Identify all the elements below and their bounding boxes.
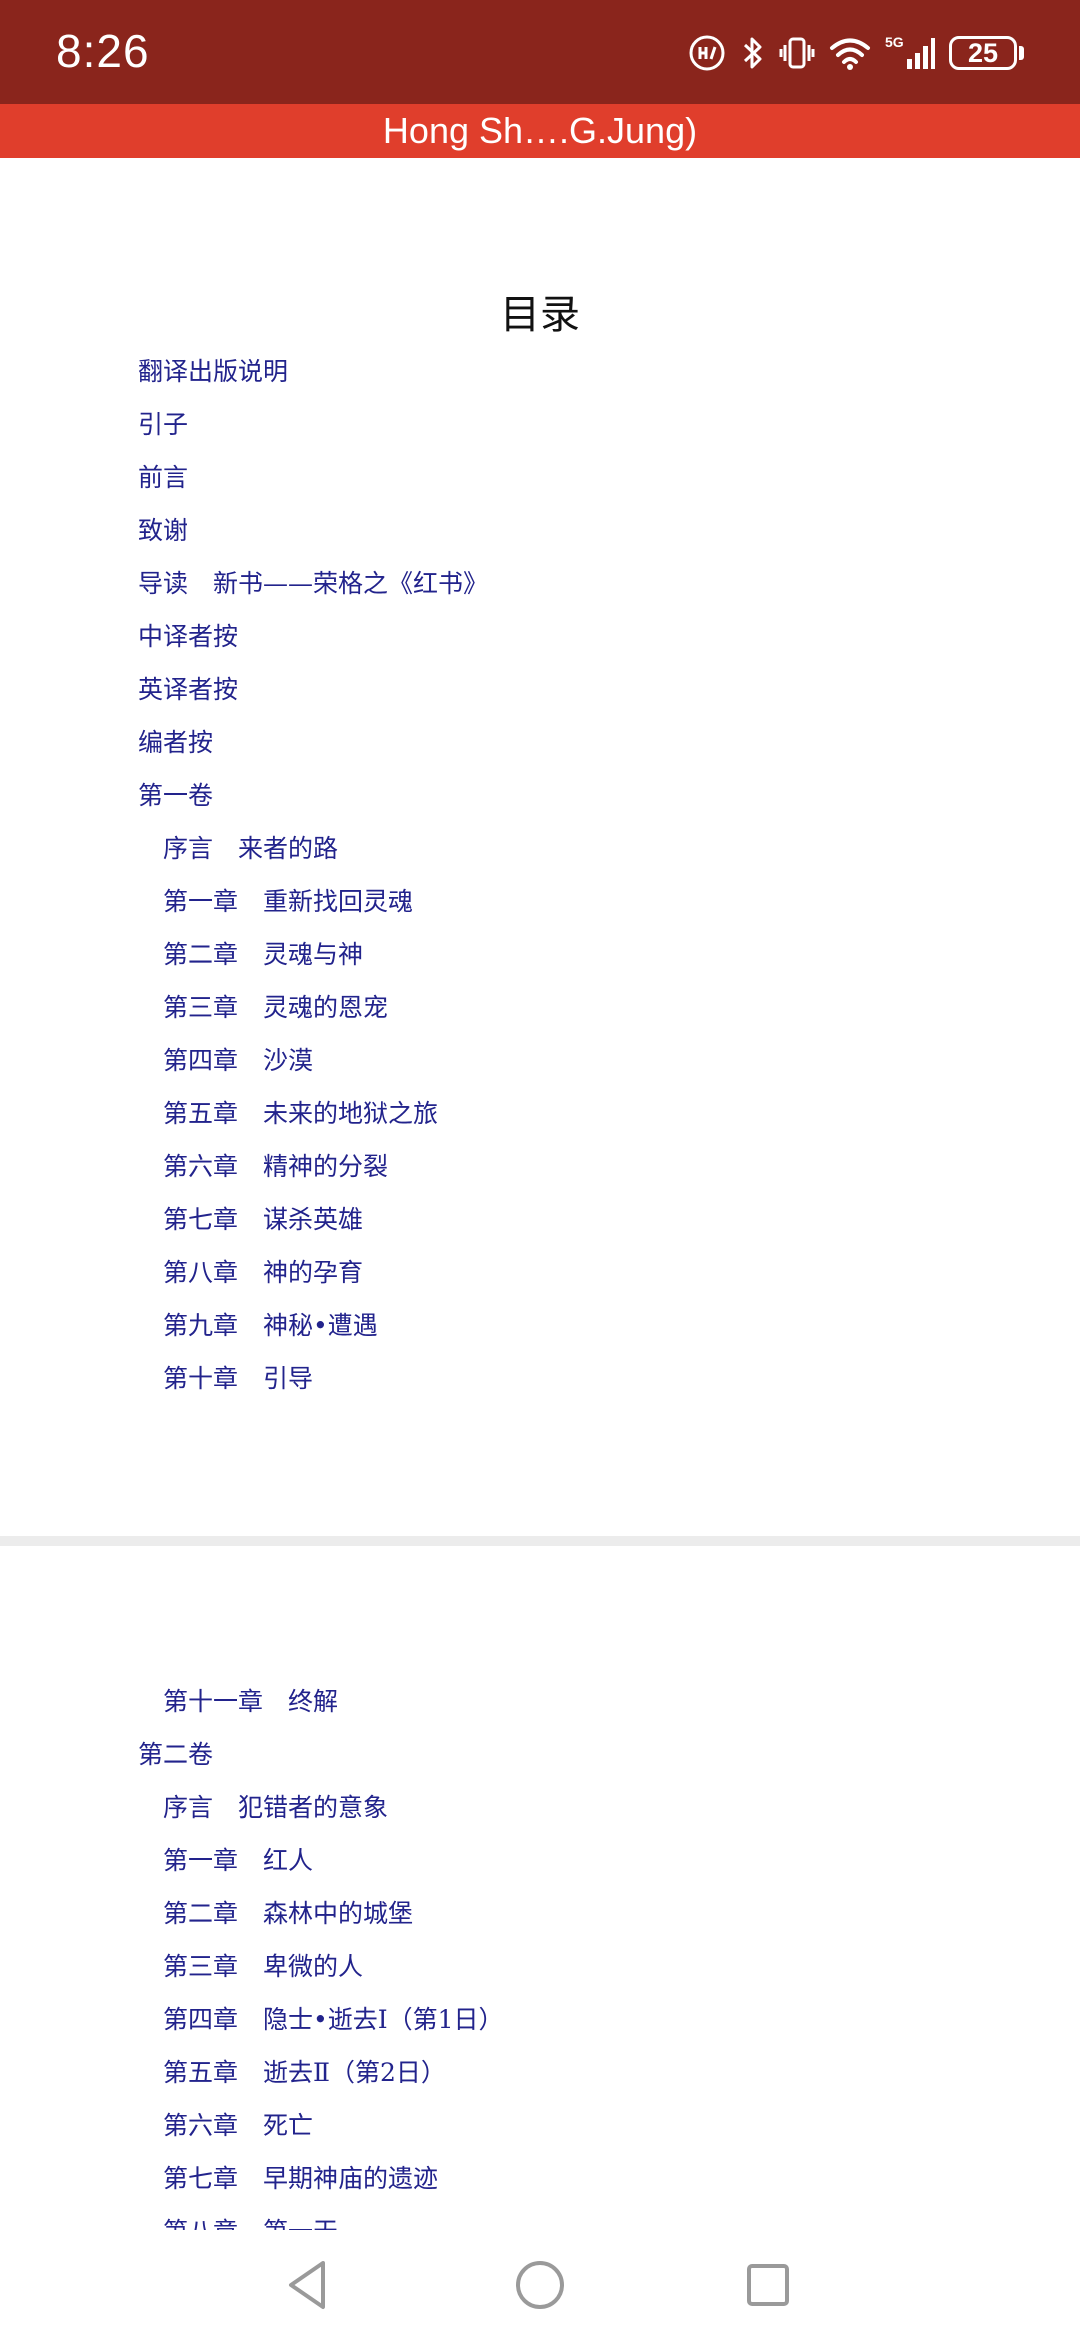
toc-entry[interactable]: 致谢 <box>138 513 188 549</box>
toc-entry[interactable]: 英译者按 <box>138 672 238 708</box>
status-bar: 8:26 5G 25 <box>0 0 1080 104</box>
toc-entry[interactable]: 序言 犯错者的意象 <box>163 1790 388 1826</box>
toc-entry[interactable]: 第一卷 <box>138 778 213 814</box>
battery-level: 25 <box>949 36 1017 70</box>
toc-entry[interactable]: 第一章 重新找回灵魂 <box>163 884 413 920</box>
toc-entry[interactable]: 引子 <box>138 407 188 443</box>
toc-entry[interactable]: 第六章 精神的分裂 <box>163 1149 388 1185</box>
5g-signal-icon: 5G <box>885 33 935 73</box>
reader-page-1[interactable]: 目录 翻译出版说明 引子前言致谢导读 新书——荣格之《红书》 中译者按英译者按编者按… <box>0 158 1080 1536</box>
reader-page-2[interactable]: 第十一章 终解第二卷序言 犯错者的意象 第一章 红人第二章 森林中的城堡 第三章 卑… <box>0 1546 1080 2230</box>
recents-button[interactable] <box>733 2250 803 2320</box>
toc-entry[interactable]: 第三章 灵魂的恩宠 <box>163 990 388 1026</box>
toc-entry[interactable]: 中译者按 <box>138 619 238 655</box>
recents-square-icon <box>747 2264 789 2306</box>
status-icons: 5G 25 <box>687 30 1024 76</box>
toc-entry[interactable]: 第十章 引导 <box>163 1361 313 1397</box>
toc-entry[interactable]: 第四章 隐士•逝去Ⅰ（第1日） <box>163 2002 504 2038</box>
battery-icon: 25 <box>949 36 1024 70</box>
toc-entry[interactable]: 第七章 谋杀英雄 <box>163 1202 363 1238</box>
back-button[interactable] <box>273 2250 343 2320</box>
book-title-bar[interactable]: Hong Sh….G.Jung) <box>0 104 1080 158</box>
home-circle-icon <box>516 2261 564 2309</box>
toc-heading: 目录 <box>500 292 580 338</box>
toc-entry[interactable]: 第九章 神秘•遭遇 <box>163 1308 378 1344</box>
toc-entry[interactable]: 翻译出版说明 <box>138 354 288 390</box>
toc-entry[interactable]: 第五章 未来的地狱之旅 <box>163 1096 438 1132</box>
toc-entry[interactable]: 第二章 森林中的城堡 <box>163 1896 413 1932</box>
battery-tip <box>1019 46 1024 60</box>
toc-entry[interactable]: 第四章 沙漠 <box>163 1043 313 1079</box>
page-divider <box>0 1536 1080 1546</box>
toc-entry[interactable]: 导读 新书——荣格之《红书》 <box>138 566 488 602</box>
toc-entry[interactable]: 第八章 神的孕育 <box>163 1255 363 1291</box>
wifi-icon <box>829 33 871 73</box>
toc-entry[interactable]: 第六章 死亡 <box>163 2108 313 2144</box>
toc-entry[interactable]: 第八章 第一天 <box>163 2214 338 2230</box>
toc-entry[interactable]: 前言 <box>138 460 188 496</box>
toc-entry[interactable]: 第三章 卑微的人 <box>163 1949 363 1985</box>
toc-entry[interactable]: 编者按 <box>138 725 213 761</box>
toc-entry[interactable]: 第十一章 终解 <box>163 1684 338 1720</box>
toc-entry[interactable]: 第二章 灵魂与神 <box>163 937 363 973</box>
toc-entry[interactable]: 第五章 逝去Ⅱ（第2日） <box>163 2055 446 2091</box>
toc-entry[interactable]: 序言 来者的路 <box>163 831 338 867</box>
toc-entry[interactable]: 第七章 早期神庙的遗迹 <box>163 2161 438 2197</box>
book-title: Hong Sh….G.Jung) <box>382 110 698 151</box>
navigation-bar <box>0 2230 1080 2340</box>
status-time: 8:26 <box>56 25 150 77</box>
home-button[interactable] <box>505 2250 575 2320</box>
toc-entry[interactable]: 第一章 红人 <box>163 1843 313 1879</box>
network-label: 5G <box>885 34 904 50</box>
bluetooth-icon <box>741 33 765 73</box>
vibrate-icon <box>779 33 815 73</box>
toc-entry[interactable]: 第二卷 <box>138 1737 213 1773</box>
hd-call-icon <box>687 33 727 73</box>
back-triangle-icon <box>289 2261 325 2309</box>
